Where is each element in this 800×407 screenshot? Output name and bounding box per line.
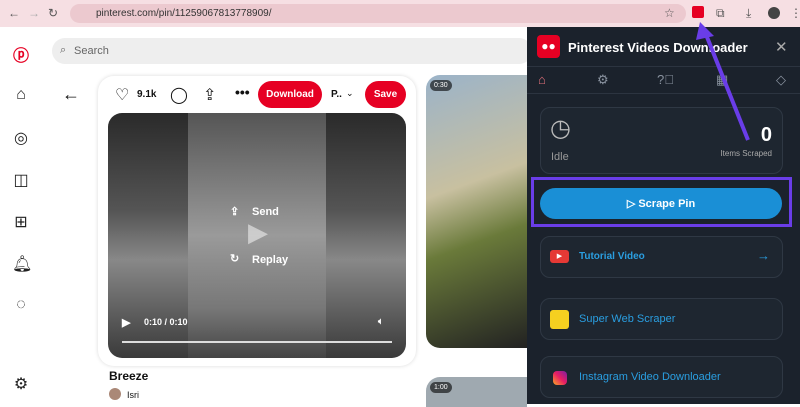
annotation-arrow [696,22,750,141]
